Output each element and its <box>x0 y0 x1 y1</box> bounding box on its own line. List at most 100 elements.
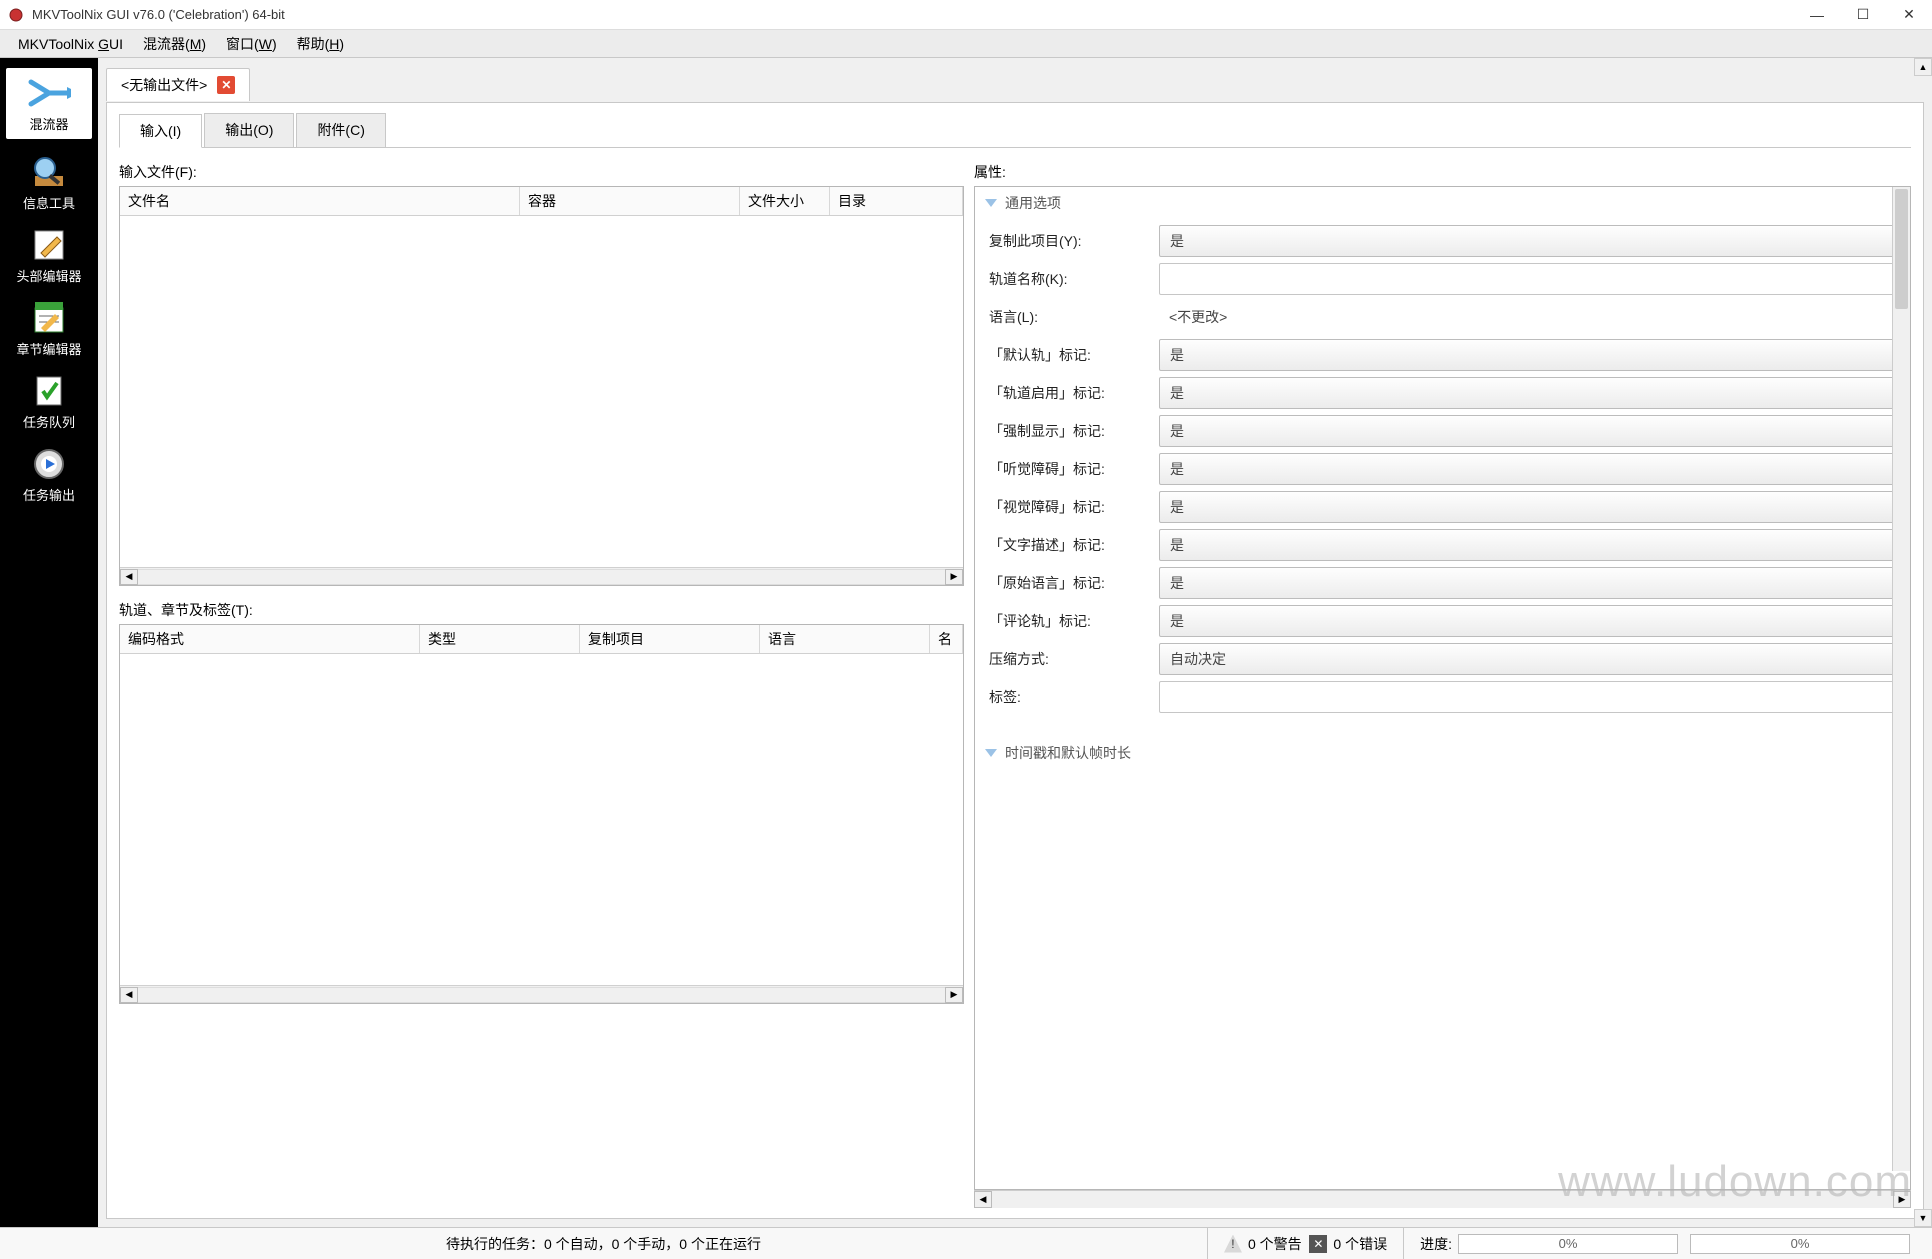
prop-label: 「默认轨」标记: <box>989 345 1159 365</box>
prop-label: 「评论轨」标记: <box>989 611 1159 631</box>
panel-frame: 输入(I) 输出(O) 附件(C) 输入文件(F): 文件名 容器 文件大小 目… <box>106 102 1924 1219</box>
scroll-down-arrow[interactable]: ▼ <box>1914 1209 1932 1227</box>
prop-textdesc-flag[interactable]: 是 <box>1159 529 1896 561</box>
tab-attachments[interactable]: 附件(C) <box>296 113 385 147</box>
prop-label: 复制此项目(Y): <box>989 231 1159 251</box>
prop-language[interactable]: <不更改> <box>1159 301 1896 333</box>
menu-muxer[interactable]: 混流器(M) <box>133 32 216 56</box>
col-lang[interactable]: 语言 <box>760 625 930 653</box>
sidebar-label: 头部编辑器 <box>16 266 81 285</box>
prop-label: 标签: <box>989 687 1159 707</box>
prop-default-flag[interactable]: 是 <box>1159 339 1896 371</box>
chevron-down-icon <box>985 199 997 207</box>
minimize-button[interactable]: — <box>1794 0 1840 30</box>
prop-label: 「原始语言」标记: <box>989 573 1159 593</box>
status-progress: 进度: 0% 0% <box>1403 1228 1932 1259</box>
prop-label: 「听觉障碍」标记: <box>989 459 1159 479</box>
prop-track-name[interactable] <box>1159 263 1896 295</box>
prop-hearing-flag[interactable]: 是 <box>1159 453 1896 485</box>
group-general-label: 通用选项 <box>1005 193 1061 213</box>
prop-tags[interactable] <box>1159 681 1896 713</box>
props-hscrollbar[interactable]: ◀▶ <box>974 1190 1911 1208</box>
props-vscrollbar[interactable] <box>1892 187 1910 1171</box>
error-icon: ✕ <box>1309 1235 1327 1253</box>
main-area: 混流器 信息工具 头部编辑器 章节编辑器 任务队列 <box>0 58 1932 1227</box>
prop-label: 语言(L): <box>989 307 1159 327</box>
tab-input[interactable]: 输入(I) <box>119 114 202 148</box>
sub-tabs: 输入(I) 输出(O) 附件(C) <box>119 113 1911 148</box>
prop-label: 「强制显示」标记: <box>989 421 1159 441</box>
sidebar-item-queue[interactable]: 任务队列 <box>6 372 92 431</box>
document-tab-label: <无输出文件> <box>121 75 207 95</box>
col-name[interactable]: 名 <box>930 625 963 653</box>
group-timestamps-label: 时间戳和默认帧时长 <box>1005 743 1131 763</box>
menu-help[interactable]: 帮助(H) <box>287 32 354 56</box>
progress-bar-2: 0% <box>1690 1234 1910 1254</box>
menu-bar: MKVToolNix GUI 混流器(M) 窗口(W) 帮助(H) <box>0 30 1932 58</box>
props-rows: 复制此项目(Y):是 轨道名称(K): 语言(L):<不更改> 「默认轨」标记:… <box>975 219 1910 737</box>
sidebar-label: 任务队列 <box>23 412 75 431</box>
maximize-button[interactable]: ☐ <box>1840 0 1886 30</box>
sidebar-item-chapter[interactable]: 章节编辑器 <box>6 299 92 358</box>
chapter-icon <box>27 299 71 337</box>
sidebar-label: 信息工具 <box>23 193 75 212</box>
close-button[interactable]: ✕ <box>1886 0 1932 30</box>
sidebar: 混流器 信息工具 头部编辑器 章节编辑器 任务队列 <box>0 58 98 1227</box>
properties-label: 属性: <box>974 162 1911 182</box>
tab-output[interactable]: 输出(O) <box>204 113 294 147</box>
col-container[interactable]: 容器 <box>520 187 740 215</box>
sidebar-item-info[interactable]: 信息工具 <box>6 153 92 212</box>
prop-label: 「文字描述」标记: <box>989 535 1159 555</box>
col-filename[interactable]: 文件名 <box>120 187 520 215</box>
col-type[interactable]: 类型 <box>420 625 580 653</box>
warning-icon: ! <box>1224 1235 1242 1253</box>
prop-label: 「视觉障碍」标记: <box>989 497 1159 517</box>
col-copy[interactable]: 复制项目 <box>580 625 760 653</box>
status-bar: 待执行的任务：0 个自动，0 个手动，0 个正在运行 ! 0 个警告 ✕ 0 个… <box>0 1227 1932 1259</box>
prop-label: 压缩方式: <box>989 649 1159 669</box>
col-codec[interactable]: 编码格式 <box>120 625 420 653</box>
content-panel: ▲ <无输出文件> ✕ 输入(I) 输出(O) 附件(C) 输入文件(F): <box>98 58 1932 1227</box>
chevron-down-icon <box>985 749 997 757</box>
sidebar-label: 章节编辑器 <box>16 339 81 358</box>
prop-forced-flag[interactable]: 是 <box>1159 415 1896 447</box>
status-errors-text: 0 个错误 <box>1333 1234 1387 1254</box>
prop-copy-item[interactable]: 是 <box>1159 225 1896 257</box>
document-tab[interactable]: <无输出文件> ✕ <box>106 68 250 101</box>
group-general[interactable]: 通用选项 <box>975 187 1910 219</box>
queue-icon <box>27 372 71 410</box>
progress-label: 进度: <box>1420 1234 1452 1254</box>
prop-label: 「轨道启用」标记: <box>989 383 1159 403</box>
prop-origlang-flag[interactable]: 是 <box>1159 567 1896 599</box>
gear-play-icon <box>27 445 71 483</box>
document-tabbar: <无输出文件> ✕ <box>106 66 1924 102</box>
prop-label: 轨道名称(K): <box>989 269 1159 289</box>
prop-enabled-flag[interactable]: 是 <box>1159 377 1896 409</box>
sidebar-item-header[interactable]: 头部编辑器 <box>6 226 92 285</box>
status-tasks: 待执行的任务：0 个自动，0 个手动，0 个正在运行 <box>0 1228 1207 1259</box>
app-icon <box>8 7 24 23</box>
sidebar-item-muxer[interactable]: 混流器 <box>6 68 92 139</box>
close-icon[interactable]: ✕ <box>217 76 235 94</box>
input-files-table[interactable]: 文件名 容器 文件大小 目录 ◀▶ <box>119 186 964 586</box>
sidebar-item-output[interactable]: 任务输出 <box>6 445 92 504</box>
status-warnings-text: 0 个警告 <box>1248 1234 1302 1254</box>
sidebar-label: 任务输出 <box>23 485 75 504</box>
status-warnings[interactable]: ! 0 个警告 ✕ 0 个错误 <box>1207 1228 1403 1259</box>
input-files-label: 输入文件(F): <box>119 162 964 182</box>
group-timestamps[interactable]: 时间戳和默认帧时长 <box>975 737 1910 769</box>
menu-window[interactable]: 窗口(W) <box>216 32 287 56</box>
scroll-up-arrow[interactable]: ▲ <box>1914 58 1932 76</box>
tracks-label: 轨道、章节及标签(T): <box>119 600 964 620</box>
col-filesize[interactable]: 文件大小 <box>740 187 830 215</box>
window-title: MKVToolNix GUI v76.0 ('Celebration') 64-… <box>32 7 1794 22</box>
window-titlebar: MKVToolNix GUI v76.0 ('Celebration') 64-… <box>0 0 1932 30</box>
tracks-hscrollbar[interactable]: ◀▶ <box>120 985 963 1003</box>
prop-commentary-flag[interactable]: 是 <box>1159 605 1896 637</box>
prop-visual-flag[interactable]: 是 <box>1159 491 1896 523</box>
menu-app[interactable]: MKVToolNix GUI <box>8 34 133 54</box>
files-hscrollbar[interactable]: ◀▶ <box>120 567 963 585</box>
col-dir[interactable]: 目录 <box>830 187 963 215</box>
prop-compression[interactable]: 自动决定 <box>1159 643 1896 675</box>
tracks-table[interactable]: 编码格式 类型 复制项目 语言 名 ◀▶ <box>119 624 964 1004</box>
